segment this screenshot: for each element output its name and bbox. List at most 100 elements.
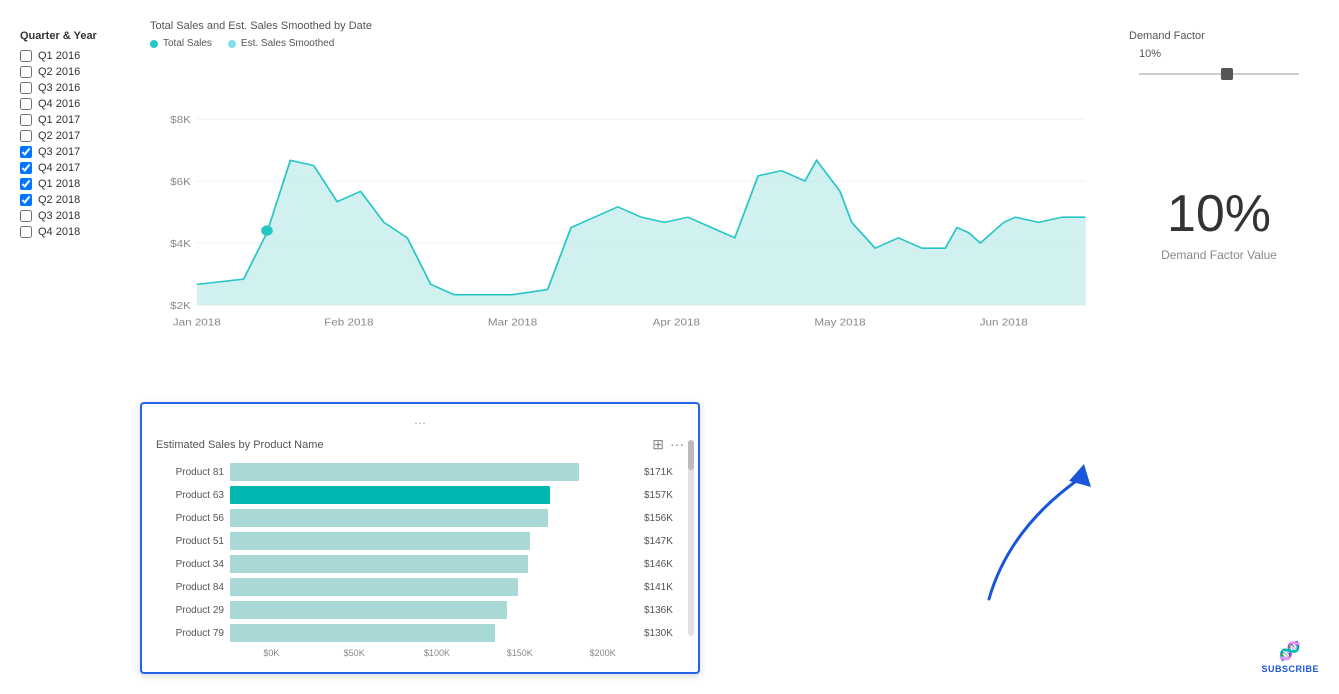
filter-item-3[interactable]: Q4 2016 xyxy=(20,98,140,110)
bar-label-0: Product 81 xyxy=(156,467,224,478)
line-chart-svg: $2K $4K $6K $8K Jan 2018 Feb 2018 Mar 20… xyxy=(150,57,1109,367)
filter-label-8: Q1 2018 xyxy=(38,178,80,190)
filter-label-11: Q4 2018 xyxy=(38,226,80,238)
filter-label-3: Q4 2016 xyxy=(38,98,80,110)
filter-checkbox-8[interactable] xyxy=(20,178,32,190)
bar-fill-3 xyxy=(230,532,530,550)
bar-fill-4 xyxy=(230,555,528,573)
svg-text:Jun 2018: Jun 2018 xyxy=(980,317,1028,328)
legend-label-est-sales: Est. Sales Smoothed xyxy=(241,38,334,49)
bar-fill-2 xyxy=(230,509,548,527)
bar-fill-7 xyxy=(230,624,495,642)
filter-checkbox-0[interactable] xyxy=(20,50,32,62)
bar-row-2: Product 56$156K xyxy=(156,509,684,527)
arrow-svg xyxy=(969,449,1109,609)
filter-label-9: Q2 2018 xyxy=(38,194,80,206)
subscribe-badge[interactable]: 🧬 SUBSCRIBE xyxy=(1261,641,1319,674)
svg-text:May 2018: May 2018 xyxy=(814,317,865,328)
svg-text:$6K: $6K xyxy=(170,177,191,188)
filter-item-8[interactable]: Q1 2018 xyxy=(20,178,140,190)
bar-value-6: $136K xyxy=(644,605,684,616)
svg-text:Apr 2018: Apr 2018 xyxy=(653,317,700,328)
filter-item-2[interactable]: Q3 2016 xyxy=(20,82,140,94)
axis-label-2: $100K xyxy=(396,648,479,658)
bar-track-3 xyxy=(230,532,638,550)
bar-row-3: Product 51 $147K xyxy=(156,532,684,550)
filter-checkbox-11[interactable] xyxy=(20,226,32,238)
filter-checkbox-4[interactable] xyxy=(20,114,32,126)
slider-thumb[interactable] xyxy=(1221,68,1233,80)
svg-text:$2K: $2K xyxy=(170,301,191,312)
chart-legend: Total Sales Est. Sales Smoothed xyxy=(150,38,1109,49)
bar-row-1: Product 63 $157K xyxy=(156,486,684,504)
filter-checkbox-2[interactable] xyxy=(20,82,32,94)
bar-axis: $0K$50K$100K$150K$200K xyxy=(230,648,684,658)
bar-list: Product 81 $171K Product 63 $157K Product 56… xyxy=(156,463,684,642)
filter-checkbox-9[interactable] xyxy=(20,194,32,206)
panel-icons: ⊞ ··· xyxy=(652,436,684,453)
bar-track-2 xyxy=(230,509,638,527)
svg-text:Jan 2018: Jan 2018 xyxy=(173,317,221,328)
filter-item-11[interactable]: Q4 2018 xyxy=(20,226,140,238)
bar-row-4: Product 34 $146K xyxy=(156,555,684,573)
filter-label-4: Q1 2017 xyxy=(38,114,80,126)
axis-label-0: $0K xyxy=(230,648,313,658)
axis-label-1: $50K xyxy=(313,648,396,658)
filter-item-6[interactable]: Q3 2017 xyxy=(20,146,140,158)
filter-item-1[interactable]: Q2 2016 xyxy=(20,66,140,78)
bar-track-6 xyxy=(230,601,638,619)
filter-item-0[interactable]: Q1 2016 xyxy=(20,50,140,62)
filter-list: Q1 2016 Q2 2016 Q3 2016 Q4 2016 Q1 2017 Q2 20… xyxy=(20,50,140,238)
line-chart-title: Total Sales and Est. Sales Smoothed by D… xyxy=(150,20,1109,32)
sidebar-title: Quarter & Year xyxy=(20,30,140,42)
panel-title: Estimated Sales by Product Name xyxy=(156,439,324,451)
bar-track-7 xyxy=(230,624,638,642)
scrollbar[interactable] xyxy=(688,440,694,636)
drag-handle[interactable]: ⋯ xyxy=(156,416,684,430)
filter-checkbox-3[interactable] xyxy=(20,98,32,110)
bar-label-1: Product 63 xyxy=(156,490,224,501)
bar-label-6: Product 29 xyxy=(156,605,224,616)
more-options-icon[interactable]: ··· xyxy=(670,436,684,453)
legend-label-total-sales: Total Sales xyxy=(163,38,212,49)
bar-label-7: Product 79 xyxy=(156,628,224,639)
filter-item-9[interactable]: Q2 2018 xyxy=(20,194,140,206)
bar-value-0: $171K xyxy=(644,467,684,478)
filter-item-5[interactable]: Q2 2017 xyxy=(20,130,140,142)
expand-icon[interactable]: ⊞ xyxy=(652,436,664,453)
bar-value-1: $157K xyxy=(644,490,684,501)
filter-checkbox-7[interactable] xyxy=(20,162,32,174)
bar-track-4 xyxy=(230,555,638,573)
svg-text:Feb 2018: Feb 2018 xyxy=(324,317,373,328)
legend-dot-est-sales xyxy=(228,40,236,48)
filter-item-4[interactable]: Q1 2017 xyxy=(20,114,140,126)
bar-row-0: Product 81 $171K xyxy=(156,463,684,481)
bar-value-4: $146K xyxy=(644,559,684,570)
demand-slider-display: 10% xyxy=(1139,48,1299,60)
filter-item-7[interactable]: Q4 2017 xyxy=(20,162,140,174)
filter-checkbox-10[interactable] xyxy=(20,210,32,222)
line-chart-section: Total Sales and Est. Sales Smoothed by D… xyxy=(150,20,1109,400)
bar-label-3: Product 51 xyxy=(156,536,224,547)
filter-checkbox-5[interactable] xyxy=(20,130,32,142)
svg-text:$4K: $4K xyxy=(170,239,191,250)
filter-item-10[interactable]: Q3 2018 xyxy=(20,210,140,222)
panel-header: Estimated Sales by Product Name ⊞ ··· xyxy=(156,436,684,453)
axis-label-3: $150K xyxy=(478,648,561,658)
filter-checkbox-6[interactable] xyxy=(20,146,32,158)
bar-fill-6 xyxy=(230,601,507,619)
bar-chart-panel: ⋯ Estimated Sales by Product Name ⊞ ··· … xyxy=(140,402,700,674)
filter-checkbox-1[interactable] xyxy=(20,66,32,78)
demand-factor-value-label: Demand Factor Value xyxy=(1161,248,1277,262)
bar-fill-5 xyxy=(230,578,518,596)
bar-value-3: $147K xyxy=(644,536,684,547)
bar-fill-0 xyxy=(230,463,579,481)
bar-track-5 xyxy=(230,578,638,596)
demand-slider-wrapper: 10% xyxy=(1139,48,1299,84)
bar-row-7: Product 79$130K xyxy=(156,624,684,642)
bar-value-5: $141K xyxy=(644,582,684,593)
scrollbar-thumb[interactable] xyxy=(688,440,694,470)
demand-slider-container[interactable] xyxy=(1139,64,1299,84)
bar-label-4: Product 34 xyxy=(156,559,224,570)
axis-label-4: $200K xyxy=(561,648,644,658)
